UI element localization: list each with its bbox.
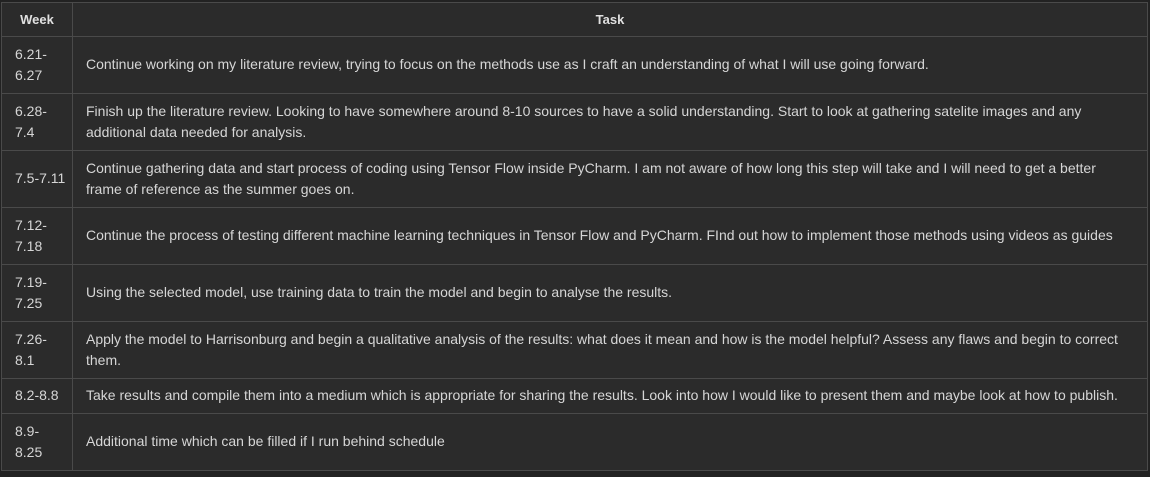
table-row: 7.26-8.1 Apply the model to Harrisonburg… <box>1 321 1148 379</box>
week-cell: 8.9-8.25 <box>1 413 73 471</box>
week-cell: 6.28-7.4 <box>1 93 73 151</box>
table-row: 8.9-8.25 Additional time which can be fi… <box>1 413 1148 471</box>
schedule-table-container: Week Task 6.21-6.27 Continue working on … <box>1 2 1148 471</box>
task-cell: Continue gathering data and start proces… <box>72 150 1148 208</box>
table-row: 6.21-6.27 Continue working on my literat… <box>1 36 1148 94</box>
table-row: 7.12-7.18 Continue the process of testin… <box>1 207 1148 265</box>
week-cell: 6.21-6.27 <box>1 36 73 94</box>
task-cell: Apply the model to Harrisonburg and begi… <box>72 321 1148 379</box>
task-cell: Continue working on my literature review… <box>72 36 1148 94</box>
task-cell: Additional time which can be filled if I… <box>72 413 1148 471</box>
table-header-row: Week Task <box>1 2 1148 37</box>
task-cell: Take results and compile them into a med… <box>72 378 1148 414</box>
week-cell: 7.26-8.1 <box>1 321 73 379</box>
week-cell: 7.12-7.18 <box>1 207 73 265</box>
task-cell: Finish up the literature review. Looking… <box>72 93 1148 151</box>
week-cell: 8.2-8.8 <box>1 378 73 414</box>
table-row: 7.5-7.11 Continue gathering data and sta… <box>1 150 1148 208</box>
week-cell: 7.19-7.25 <box>1 264 73 322</box>
schedule-table: Week Task 6.21-6.27 Continue working on … <box>1 2 1148 471</box>
column-header-task: Task <box>72 2 1148 37</box>
column-header-week: Week <box>1 2 73 37</box>
table-row: 8.2-8.8 Take results and compile them in… <box>1 378 1148 414</box>
task-cell: Continue the process of testing differen… <box>72 207 1148 265</box>
task-cell: Using the selected model, use training d… <box>72 264 1148 322</box>
table-row: 7.19-7.25 Using the selected model, use … <box>1 264 1148 322</box>
table-row: 6.28-7.4 Finish up the literature review… <box>1 93 1148 151</box>
week-cell: 7.5-7.11 <box>1 150 73 208</box>
